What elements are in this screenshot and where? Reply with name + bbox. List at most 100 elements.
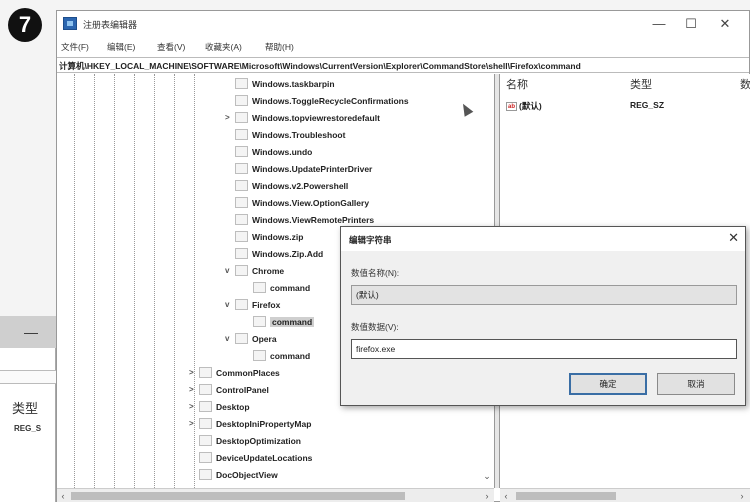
- collapse-chevron-icon[interactable]: v: [225, 266, 235, 275]
- scroll-right-arrow[interactable]: ›: [736, 489, 748, 502]
- tree-item[interactable]: Windows.Troubleshoot: [225, 129, 345, 146]
- tree-guide-line: [154, 74, 155, 488]
- folder-icon: [235, 214, 248, 226]
- expand-chevron-icon[interactable]: >: [189, 368, 199, 377]
- value-type-cell: REG_S: [14, 424, 42, 433]
- folder-icon: [235, 78, 248, 90]
- folder-icon: [235, 163, 248, 175]
- folder-icon: [199, 418, 212, 430]
- menu-favorites[interactable]: 收藏夹(A): [205, 41, 242, 53]
- tree-item[interactable]: Windows.UpdatePrinterDriver: [225, 163, 372, 180]
- tree-scroll-down-button[interactable]: ⌄: [481, 471, 493, 485]
- folder-icon: [235, 299, 248, 311]
- tree-item-label: command: [270, 282, 311, 293]
- scroll-thumb[interactable]: [71, 492, 405, 500]
- folder-icon: [199, 367, 212, 379]
- menu-edit[interactable]: 编辑(E): [107, 41, 135, 53]
- collapse-chevron-icon[interactable]: v: [225, 300, 235, 309]
- minimize-button[interactable]: —: [24, 324, 38, 340]
- tree-item[interactable]: > CommonPlaces: [189, 367, 280, 384]
- tree-item-label: DocObjectView: [216, 469, 278, 480]
- window-title: 注册表编辑器: [83, 20, 138, 30]
- tree-item-label: Windows.zip: [252, 231, 304, 242]
- value-data-input[interactable]: [351, 339, 737, 359]
- edit-string-dialog: 编辑字符串 ✕ 数值名称(N): 数值数据(V): 确定 取消: [340, 226, 746, 406]
- column-header-type[interactable]: 类型: [12, 398, 38, 417]
- tree-item[interactable]: v Chrome: [225, 265, 284, 282]
- tree-item-label: Windows.ViewRemotePrinters: [252, 214, 375, 225]
- tree-item-label: CommonPlaces: [216, 367, 280, 378]
- background-window: — 类型 REG_S: [0, 316, 56, 502]
- tree-item-label: command: [270, 316, 315, 327]
- tree-item[interactable]: Windows.undo: [225, 146, 312, 163]
- folder-icon: [253, 316, 266, 328]
- tree-item-label: Opera: [252, 333, 277, 344]
- dialog-close-button[interactable]: ✕: [728, 230, 739, 246]
- folder-icon: [235, 248, 248, 260]
- expand-chevron-icon[interactable]: >: [189, 385, 199, 394]
- address-bar[interactable]: 计算机\HKEY_LOCAL_MACHINE\SOFTWARE\Microsof…: [57, 57, 749, 73]
- folder-icon: [235, 231, 248, 243]
- tree-item-label: Windows.ToggleRecycleConfirmations: [252, 95, 409, 106]
- step-number-badge: 7: [8, 8, 42, 42]
- background-window-toolbar: [0, 370, 56, 384]
- menu-help[interactable]: 帮助(H): [265, 41, 294, 53]
- tree-item-label: Firefox: [252, 299, 281, 310]
- column-header-data[interactable]: 数: [740, 76, 750, 92]
- tree-item-label: ControlPanel: [216, 384, 269, 395]
- tree-guide-line: [114, 74, 115, 488]
- folder-icon: [235, 129, 248, 141]
- folder-icon: [199, 469, 212, 481]
- value-type: REG_SZ: [630, 100, 665, 110]
- tree-item[interactable]: Windows.View.OptionGallery: [225, 197, 369, 214]
- ok-button[interactable]: 确定: [569, 373, 647, 395]
- tree-item[interactable]: v Firefox: [225, 299, 280, 316]
- tree-item[interactable]: Windows.zip: [225, 231, 303, 248]
- tree-item[interactable]: v Opera: [225, 333, 277, 350]
- expand-chevron-icon[interactable]: >: [189, 402, 199, 411]
- tree-item[interactable]: command: [243, 282, 310, 299]
- tree-item[interactable]: Windows.v2.Powershell: [225, 180, 348, 197]
- maximize-button[interactable]: ☐: [677, 14, 705, 34]
- tree-item-label: Windows.UpdatePrinterDriver: [252, 163, 373, 174]
- scroll-left-arrow[interactable]: ‹: [500, 489, 512, 502]
- tree-item[interactable]: > Desktop: [189, 401, 250, 418]
- tree-item[interactable]: > ControlPanel: [189, 384, 269, 401]
- cancel-button[interactable]: 取消: [657, 373, 735, 395]
- expand-chevron-icon[interactable]: >: [189, 419, 199, 428]
- tree-item[interactable]: > Windows.topviewrestoredefault: [225, 112, 380, 129]
- tree-item-label: Windows.undo: [252, 146, 313, 157]
- tree-item[interactable]: DocObjectView: [189, 469, 278, 486]
- close-button[interactable]: ✕: [711, 14, 739, 34]
- column-header-type[interactable]: 类型: [630, 76, 652, 92]
- tree-item[interactable]: > DesktopIniPropertyMap: [189, 418, 311, 435]
- menu-view[interactable]: 查看(V): [157, 41, 185, 53]
- tree-item[interactable]: command: [243, 350, 310, 367]
- tree-item-label: Windows.topviewrestoredefault: [252, 112, 380, 123]
- column-header-name[interactable]: 名称: [506, 76, 528, 92]
- menu-file[interactable]: 文件(F): [61, 41, 89, 53]
- tree-item[interactable]: DeviceUpdateLocations: [189, 452, 312, 469]
- tree-item[interactable]: Windows.taskbarpin: [225, 78, 335, 95]
- scroll-right-arrow[interactable]: ›: [481, 489, 493, 502]
- tree-item[interactable]: Windows.ToggleRecycleConfirmations: [225, 95, 409, 112]
- scroll-thumb[interactable]: [516, 492, 616, 500]
- tree-item[interactable]: Windows.Zip.Add: [225, 248, 323, 265]
- value-name-field[interactable]: [351, 285, 737, 305]
- address-path[interactable]: 计算机\HKEY_LOCAL_MACHINE\SOFTWARE\Microsof…: [59, 60, 581, 72]
- tree-item-label: command: [270, 350, 311, 361]
- values-horizontal-scrollbar[interactable]: ‹ ›: [500, 488, 750, 502]
- tree-guide-line: [134, 74, 135, 488]
- expand-chevron-icon[interactable]: >: [225, 113, 235, 122]
- minimize-button[interactable]: —: [645, 14, 673, 34]
- value-row-default[interactable]: ab (默认): [506, 100, 542, 112]
- folder-icon: [235, 180, 248, 192]
- tree-item[interactable]: DesktopOptimization: [189, 435, 301, 452]
- tree-item-label: Windows.v2.Powershell: [252, 180, 349, 191]
- menu-bar: 文件(F) 编辑(E) 查看(V) 收藏夹(A) 帮助(H): [57, 38, 749, 54]
- scroll-left-arrow[interactable]: ‹: [57, 489, 69, 502]
- tree-item[interactable]: command: [243, 316, 315, 333]
- collapse-chevron-icon[interactable]: v: [225, 334, 235, 343]
- tree-horizontal-scrollbar[interactable]: ‹ ›: [57, 488, 494, 502]
- tree-guide-line: [174, 74, 175, 488]
